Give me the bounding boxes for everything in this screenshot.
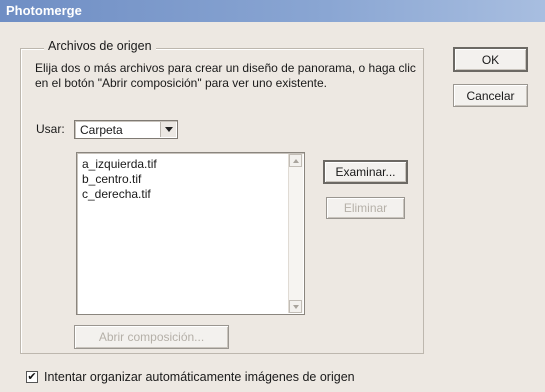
scroll-down-icon[interactable] bbox=[289, 300, 302, 313]
scroll-up-icon[interactable] bbox=[289, 154, 302, 167]
auto-arrange-label[interactable]: Intentar organizar automáticamente imáge… bbox=[44, 370, 355, 384]
description-text: Elija dos o más archivos para crear un d… bbox=[35, 61, 416, 90]
title-bar[interactable]: Photomerge bbox=[0, 0, 545, 22]
group-title: Archivos de origen bbox=[44, 39, 156, 53]
window-title: Photomerge bbox=[6, 3, 82, 18]
list-item[interactable]: b_centro.tif bbox=[82, 172, 141, 186]
remove-button[interactable]: Eliminar bbox=[326, 197, 405, 219]
open-composition-button[interactable]: Abrir composición... bbox=[74, 325, 229, 349]
use-label: Usar: bbox=[36, 122, 65, 136]
list-item[interactable]: a_izquierda.tif bbox=[82, 157, 157, 171]
browse-button[interactable]: Examinar... bbox=[323, 160, 408, 184]
ok-button[interactable]: OK bbox=[453, 47, 528, 72]
use-select-value: Carpeta bbox=[80, 123, 123, 137]
dropdown-arrow-icon[interactable] bbox=[160, 122, 176, 137]
file-list[interactable]: a_izquierda.tif b_centro.tif c_derecha.t… bbox=[76, 152, 305, 315]
vertical-scrollbar[interactable] bbox=[288, 154, 303, 313]
list-item[interactable]: c_derecha.tif bbox=[82, 187, 151, 201]
cancel-button[interactable]: Cancelar bbox=[453, 84, 528, 107]
auto-arrange-checkbox[interactable]: ✔ bbox=[26, 371, 38, 383]
use-select[interactable]: Carpeta bbox=[74, 120, 178, 139]
